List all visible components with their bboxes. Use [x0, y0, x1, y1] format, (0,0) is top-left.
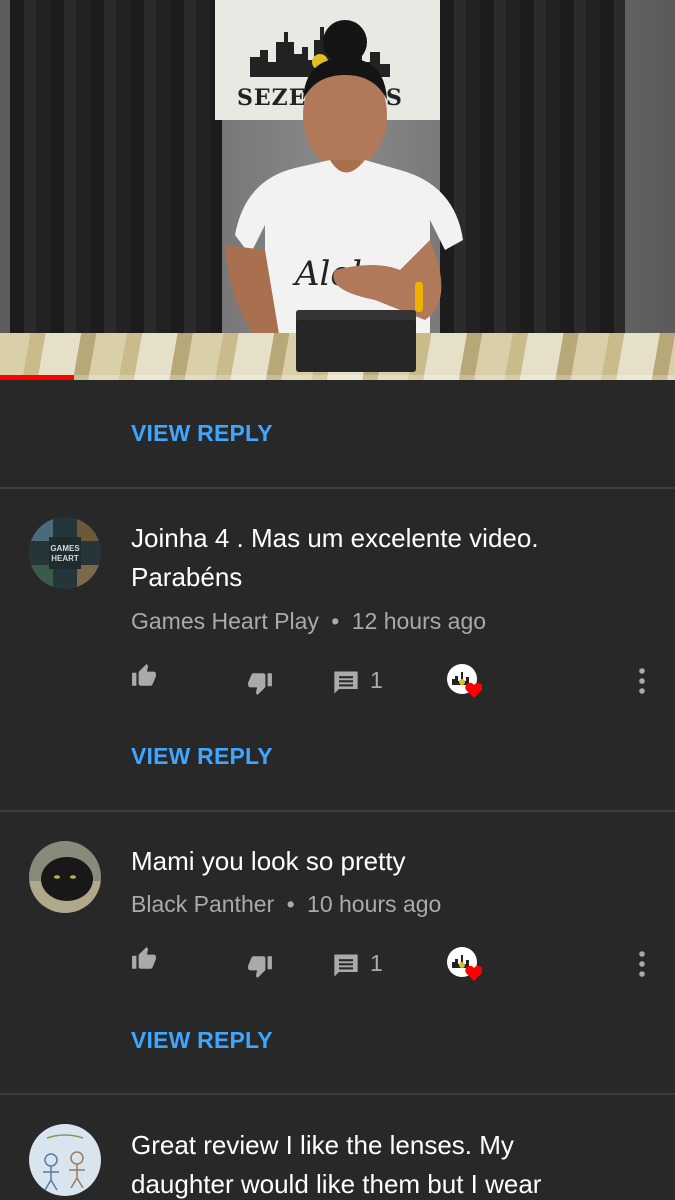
video-player[interactable]: SEZEN S Aloha [0, 0, 675, 380]
divider [0, 810, 675, 812]
like-icon[interactable] [130, 946, 158, 972]
avatar-image: GAMES HEART [29, 517, 101, 589]
presenter-figure: Aloha [225, 20, 463, 350]
meta-separator: • [331, 608, 340, 634]
dislike-icon[interactable] [246, 670, 274, 696]
divider [0, 1093, 675, 1095]
comment-text: Mami you look so pretty [131, 842, 651, 881]
video-curtain-left [10, 0, 222, 350]
comment-text-line: Joinha 4 . Mas um excelente video. [131, 523, 539, 553]
comment-meta: Black Panther • 10 hours ago [131, 891, 441, 918]
creator-heart-icon [447, 947, 482, 981]
creator-heart-icon [447, 664, 482, 698]
reply-icon[interactable] [332, 951, 360, 979]
video-product-box [296, 310, 416, 372]
reply-count: 1 [370, 950, 383, 976]
comment-author[interactable]: Games Heart Play [131, 608, 319, 634]
avatar-image [29, 1124, 101, 1196]
avatar[interactable] [29, 841, 101, 913]
svg-text:HEART: HEART [51, 554, 79, 563]
comment-text: Great review I like the lenses. My daugh… [131, 1126, 651, 1200]
view-reply-link[interactable]: VIEW REPLY [131, 1027, 273, 1054]
comment-meta: Games Heart Play • 12 hours ago [131, 608, 486, 635]
avatar[interactable]: GAMES HEART [29, 517, 101, 589]
divider [0, 487, 675, 489]
comment-text-line: Parabéns [131, 562, 243, 592]
comment-time: 12 hours ago [351, 608, 487, 634]
view-reply-link[interactable]: VIEW REPLY [131, 420, 273, 447]
reply-count: 1 [370, 667, 383, 693]
comment-text-line: Mami you look so pretty [131, 846, 406, 876]
video-progress-bar[interactable] [0, 375, 675, 380]
meta-separator: • [286, 891, 295, 917]
avatar-image [29, 841, 101, 913]
more-options-icon[interactable] [633, 949, 651, 979]
comment-text: Joinha 4 . Mas um excelente video. Parab… [131, 519, 651, 597]
avatar[interactable] [29, 1124, 101, 1196]
svg-text:GAMES: GAMES [50, 544, 80, 553]
view-reply-link[interactable]: VIEW REPLY [131, 743, 273, 770]
comment-text-line: daughter would like them but I wear [131, 1169, 542, 1199]
more-options-icon[interactable] [633, 666, 651, 696]
comment-author[interactable]: Black Panther [131, 891, 274, 917]
video-progress-fill [0, 375, 75, 380]
like-icon[interactable] [130, 663, 158, 689]
comment-text-line: Great review I like the lenses. My [131, 1130, 514, 1160]
comment-time: 10 hours ago [307, 891, 442, 917]
reply-icon[interactable] [332, 668, 360, 696]
dislike-icon[interactable] [246, 953, 274, 979]
